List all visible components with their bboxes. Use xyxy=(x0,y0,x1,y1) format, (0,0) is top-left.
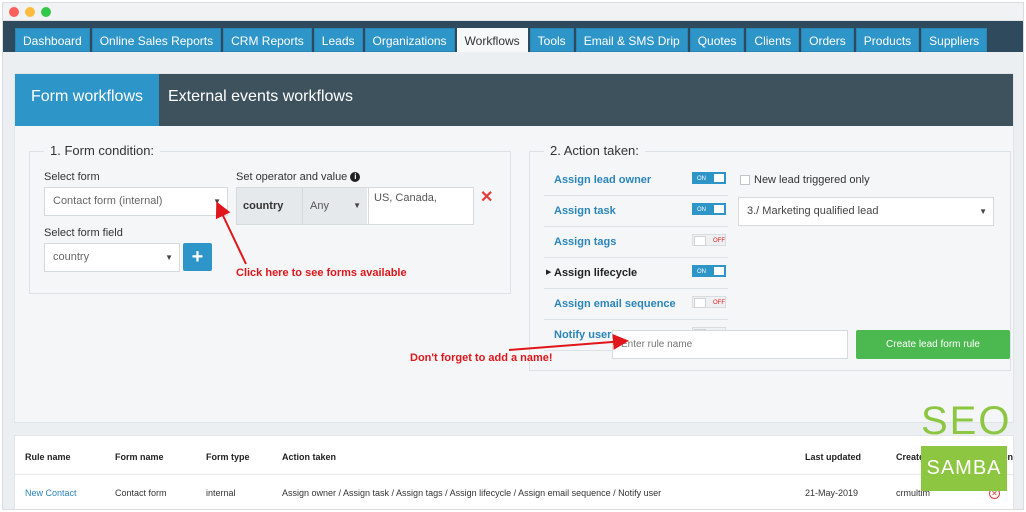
nav-item-clients[interactable]: Clients xyxy=(746,28,800,52)
minimize-window-button[interactable] xyxy=(25,7,35,17)
nav-item-online-sales-reports[interactable]: Online Sales Reports xyxy=(91,28,222,52)
nav-item-orders[interactable]: Orders xyxy=(801,28,854,52)
header-rule-name: Rule name xyxy=(25,452,71,462)
header-last-updated: Last updated xyxy=(805,452,862,462)
name-hint-arrow xyxy=(508,333,629,351)
nav-item-products[interactable]: Products xyxy=(855,28,920,52)
cell-form-name: Contact form xyxy=(115,488,167,498)
nav-item-suppliers[interactable]: Suppliers xyxy=(921,28,988,52)
forms-hint-arrow xyxy=(215,201,247,265)
nav-item-dashboard[interactable]: Dashboard xyxy=(15,28,90,52)
nav-item-quotes[interactable]: Quotes xyxy=(689,28,745,52)
app-window: Dashboard Online Sales Reports CRM Reports… xyxy=(2,2,1024,510)
annotation-arrows xyxy=(215,201,629,351)
workflow-panel: Form workflows External events workflows… xyxy=(14,73,1014,423)
header-action-taken: Action taken xyxy=(282,452,337,462)
rule-name-link[interactable]: New Contact xyxy=(25,488,77,498)
nav-item-crm-reports[interactable]: CRM Reports xyxy=(223,28,312,52)
nav-item-organizations[interactable]: Organizations xyxy=(364,28,455,52)
main-navbar: Dashboard Online Sales Reports CRM Reports… xyxy=(3,21,1023,52)
close-window-button[interactable] xyxy=(9,7,19,17)
rules-table: Rule name Form name Form type Action tak… xyxy=(14,435,1014,509)
header-form-name: Form name xyxy=(115,452,164,462)
seo-samba-watermark: SEO SAMBA xyxy=(921,397,1012,491)
window-titlebar xyxy=(3,3,1023,21)
maximize-window-button[interactable] xyxy=(41,7,51,17)
watermark-top: SEO xyxy=(921,399,1012,443)
table-divider xyxy=(15,474,1013,475)
nav-item-email-sms-drip[interactable]: Email & SMS Drip xyxy=(575,28,688,52)
nav-menu: Dashboard Online Sales Reports CRM Reports… xyxy=(15,28,988,52)
nav-item-workflows[interactable]: Workflows xyxy=(456,28,528,52)
cell-last-updated: 21-May-2019 xyxy=(805,488,859,498)
header-form-type: Form type xyxy=(206,452,250,462)
cell-form-type: internal xyxy=(206,488,236,498)
nav-item-leads[interactable]: Leads xyxy=(313,28,363,52)
watermark-bottom: SAMBA xyxy=(921,446,1007,491)
nav-item-tools[interactable]: Tools xyxy=(529,28,574,52)
page-content: Form workflows External events workflows… xyxy=(3,52,1023,509)
cell-action-taken: Assign owner / Assign task / Assign tags… xyxy=(282,488,662,498)
